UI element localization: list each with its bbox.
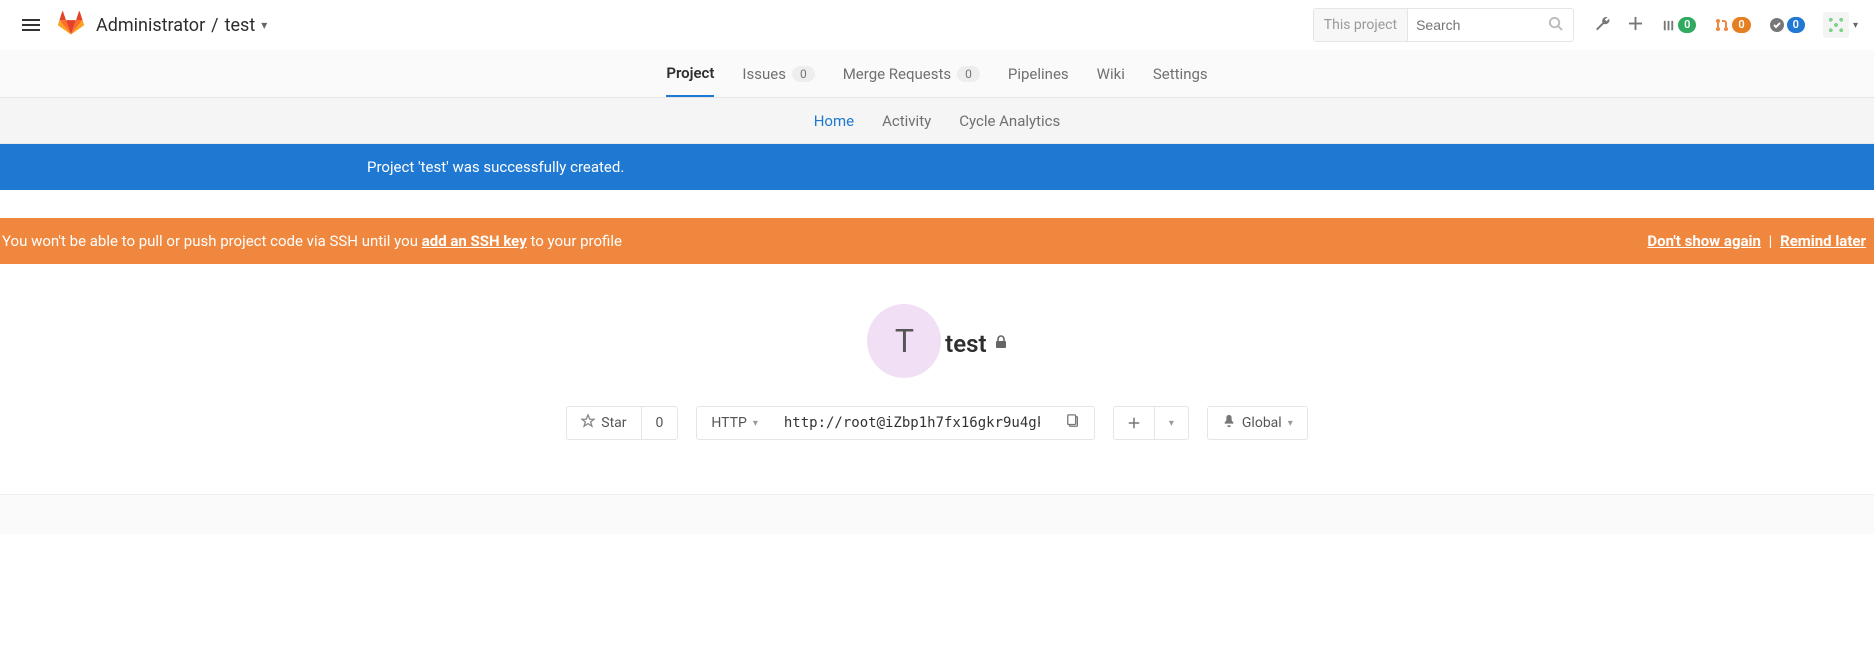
alert-success-text: Project 'test' was successfully created. [237, 158, 1637, 176]
create-new-button[interactable] [1114, 407, 1154, 439]
tab-wiki[interactable]: Wiki [1097, 50, 1125, 97]
mr-count-badge: 0 [1732, 17, 1750, 33]
add-ssh-key-link[interactable]: add an SSH key [422, 232, 527, 250]
notification-group: Global ▾ [1207, 406, 1308, 440]
dont-show-again-link[interactable]: Don't show again [1647, 232, 1761, 250]
project-title: test [945, 330, 1006, 358]
star-count: 0 [641, 407, 678, 439]
gitlab-logo-icon[interactable] [58, 10, 84, 40]
star-button[interactable]: Star [567, 407, 640, 439]
mr-tab-count: 0 [957, 66, 980, 82]
tab-issues[interactable]: Issues 0 [742, 50, 814, 97]
clipboard-icon [1066, 414, 1080, 432]
alert-ssh-warning: You won't be able to pull or push projec… [0, 218, 1874, 264]
sub-nav: Home Activity Cycle Analytics [0, 98, 1874, 144]
search-box: This project [1313, 8, 1574, 42]
subtab-activity[interactable]: Activity [882, 112, 931, 130]
caret-down-icon: ▾ [1169, 418, 1174, 429]
todos-count-badge: 0 [1787, 17, 1805, 33]
avatar-icon [1823, 12, 1849, 38]
ssh-warn-post: to your profile [527, 232, 622, 250]
remind-later-link[interactable]: Remind later [1780, 232, 1866, 250]
caret-down-icon: ▾ [753, 418, 758, 429]
bell-icon [1222, 414, 1236, 432]
project-action-row: Star 0 HTTP ▾ ▾ [0, 406, 1874, 440]
protocol-dropdown[interactable]: HTTP ▾ [697, 407, 771, 439]
top-header: Administrator / test ▾ This project 0 0 … [0, 0, 1874, 50]
star-label: Star [601, 415, 626, 431]
star-icon [581, 414, 595, 432]
separator: | [1769, 232, 1773, 250]
tab-project[interactable]: Project [666, 50, 714, 97]
clone-group: HTTP ▾ [696, 406, 1094, 440]
create-new-dropdown[interactable]: ▾ [1154, 407, 1188, 439]
footer-area [0, 494, 1874, 534]
project-home: T test Star 0 HTTP ▾ [0, 264, 1874, 464]
copy-url-button[interactable] [1052, 407, 1094, 439]
star-group: Star 0 [566, 406, 678, 440]
notification-label: Global [1242, 415, 1282, 431]
subtab-cycle-analytics[interactable]: Cycle Analytics [959, 112, 1060, 130]
user-menu[interactable]: ▾ [1823, 12, 1858, 38]
breadcrumb-project: test [225, 15, 256, 36]
create-new-group: ▾ [1113, 406, 1189, 440]
project-avatar: T [867, 304, 941, 378]
caret-down-icon: ▾ [1288, 418, 1293, 429]
todos-shortcut[interactable]: 0 [1769, 17, 1805, 33]
merge-requests-shortcut[interactable]: 0 [1714, 17, 1750, 33]
protocol-label: HTTP [711, 415, 746, 431]
caret-down-icon: ▾ [1853, 20, 1858, 31]
search-icon[interactable] [1538, 16, 1573, 35]
search-scope-label[interactable]: This project [1314, 9, 1408, 41]
alert-success: Project 'test' was successfully created. [0, 144, 1874, 190]
issues-shortcut[interactable]: 0 [1661, 17, 1696, 33]
header-actions: 0 0 0 ▾ [1594, 12, 1858, 38]
notification-dropdown[interactable]: Global ▾ [1208, 407, 1307, 439]
issues-tab-count: 0 [792, 66, 815, 82]
tab-merge-requests[interactable]: Merge Requests 0 [843, 50, 980, 97]
lock-icon [995, 335, 1007, 353]
hamburger-menu-icon[interactable] [16, 10, 46, 40]
issues-count-badge: 0 [1678, 17, 1696, 33]
plus-icon[interactable] [1628, 16, 1643, 35]
clone-url-input[interactable] [772, 407, 1052, 439]
tab-pipelines[interactable]: Pipelines [1008, 50, 1069, 97]
chevron-down-icon[interactable]: ▾ [261, 18, 267, 32]
admin-wrench-icon[interactable] [1594, 15, 1610, 35]
breadcrumb-owner: Administrator [96, 15, 205, 36]
project-initial: T [895, 322, 914, 360]
breadcrumb-separator: / [211, 15, 218, 36]
tab-settings[interactable]: Settings [1153, 50, 1208, 97]
search-input[interactable] [1408, 9, 1538, 41]
primary-nav: Project Issues 0 Merge Requests 0 Pipeli… [0, 50, 1874, 98]
breadcrumb[interactable]: Administrator / test ▾ [96, 15, 267, 36]
subtab-home[interactable]: Home [814, 112, 854, 130]
project-name: test [945, 330, 986, 358]
ssh-warn-pre: You won't be able to pull or push projec… [2, 232, 422, 250]
